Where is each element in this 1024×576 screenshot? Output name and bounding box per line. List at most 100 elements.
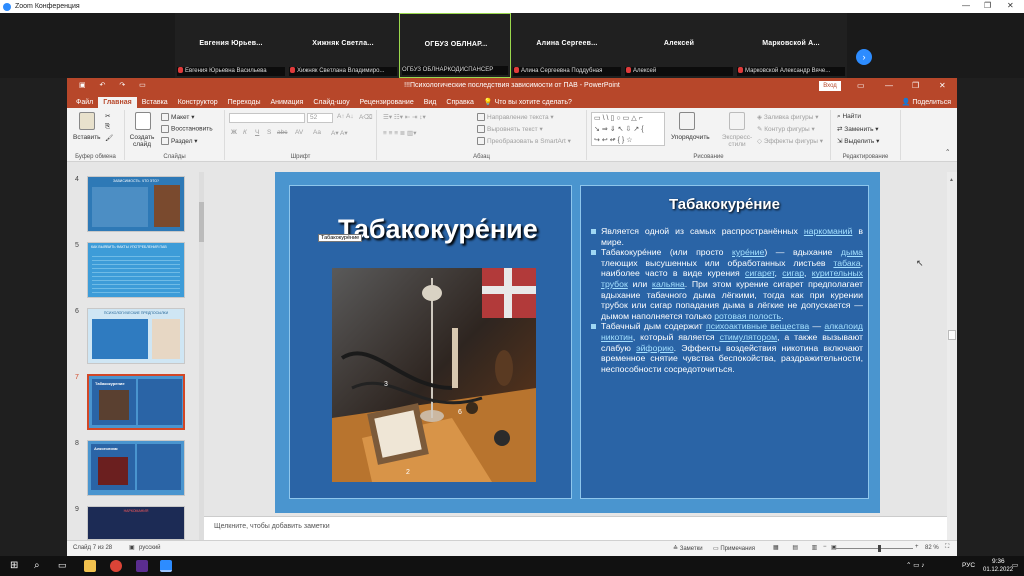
comments-toggle-button[interactable]: ▭ Примечания [713, 545, 755, 552]
tab-file[interactable]: Файл [71, 97, 98, 108]
tobacco-pipes-photo[interactable]: 3 6 2 [332, 268, 536, 482]
hyperlink[interactable]: дыма [841, 247, 863, 257]
hyperlink[interactable]: алкалоид [824, 321, 863, 331]
task-view-icon[interactable]: ▭ [58, 560, 67, 571]
quick-styles-button[interactable]: Экспресс-стили [719, 134, 755, 148]
font-color-icon[interactable]: A▾ A▾ [331, 129, 348, 137]
tab-transitions[interactable]: Переходы [223, 97, 266, 108]
notes-toggle-button[interactable]: ≙ Заметки [673, 545, 703, 552]
participant-tile[interactable]: Марковской А... Марковской Александр Вяч… [735, 13, 847, 78]
fit-slide-icon[interactable]: ⛶ [945, 544, 949, 551]
hyperlink[interactable]: эйфорию [636, 343, 673, 353]
cut-icon[interactable]: ✂ [105, 112, 110, 120]
zoom-slider[interactable] [833, 548, 913, 549]
shape-outline-button[interactable]: ✎ Контур фигуры ▾ [757, 125, 815, 133]
tab-view[interactable]: Вид [419, 97, 442, 108]
hyperlink[interactable]: психоактивные вещества [706, 321, 809, 331]
slide-thumbnail[interactable]: Алкоголизм [87, 440, 185, 496]
shadow-button[interactable]: S [267, 129, 271, 136]
hyperlink[interactable]: сигарет [745, 268, 774, 278]
restore-icon[interactable]: ❐ [912, 81, 919, 90]
font-size-field[interactable]: 52 [307, 113, 333, 123]
new-slide-button[interactable]: Создать слайд [129, 134, 155, 148]
slide-thumbnail[interactable]: НАРКОМАНИЯ [87, 506, 185, 540]
collapse-ribbon-icon[interactable]: ⌃ [945, 148, 950, 156]
language-indicator[interactable]: РУС [962, 562, 975, 569]
layout-button[interactable]: Макет ▾ [161, 113, 194, 122]
arrange-button[interactable]: Упорядочить [671, 134, 710, 141]
tray-icons[interactable]: ⌃ ▭ ♪ [906, 561, 924, 569]
paste-icon[interactable] [79, 112, 95, 130]
hyperlink[interactable]: ротовая полость [714, 311, 781, 321]
tab-home[interactable]: Главная [98, 97, 137, 108]
search-icon[interactable]: ⌕ [34, 560, 40, 571]
arrange-icon[interactable] [679, 112, 695, 130]
zoom-in-icon[interactable]: + [915, 544, 919, 550]
italic-button[interactable]: К [243, 129, 247, 136]
minimize-icon[interactable]: — [885, 81, 893, 90]
shapes-gallery[interactable]: ▭\\▯○▭△⌐ ↘⇒⇓↖⇩↗{↪↩↫{}☆ [591, 112, 665, 146]
text-direction-button[interactable]: Направление текста ▾ [477, 113, 554, 122]
select-button[interactable]: ⇲ Выделить ▾ [837, 137, 879, 145]
canvas-scrollbar[interactable]: ▲ [947, 172, 957, 540]
tab-design[interactable]: Конструктор [173, 97, 223, 108]
hyperlink[interactable]: кальяна [652, 279, 685, 289]
tab-slideshow[interactable]: Слайд-шоу [308, 97, 354, 108]
slide-text-body[interactable]: Является одной из самых распространённых… [591, 226, 863, 374]
hyperlink[interactable]: сигар [782, 268, 804, 278]
font-name-field[interactable] [229, 113, 305, 123]
tab-animation[interactable]: Анимация [265, 97, 308, 108]
bold-button[interactable]: Ж [231, 129, 237, 136]
hyperlink[interactable]: никотин [601, 332, 633, 342]
spellcheck-icon[interactable]: ▣ [129, 544, 135, 551]
slide[interactable]: Табакокуре́ние Табакокуре́ние 3 6 2 Таба… [275, 172, 880, 513]
hyperlink[interactable]: стимулятором [720, 332, 778, 342]
close-icon[interactable]: ✕ [1007, 1, 1014, 10]
quick-styles-icon[interactable] [729, 112, 745, 130]
tab-help[interactable]: Справка [441, 97, 478, 108]
spacing-button[interactable]: AV [295, 129, 303, 136]
slide-title[interactable]: Табакокуре́ние [338, 214, 538, 245]
notifications-icon[interactable]: ▭ [1012, 561, 1018, 569]
zoom-taskbar-icon[interactable] [160, 560, 172, 572]
notes-field[interactable]: Щелкните, чтобы добавить заметки [204, 516, 947, 540]
list-icons[interactable]: ☰▾ ☷▾ ⇤ ⇥ ↕▾ [383, 113, 426, 121]
slide-thumbnail[interactable]: ЗАВИСИМОСТЬ. ЧТО ЭТО? [87, 176, 185, 232]
maximize-icon[interactable]: ❐ [984, 1, 991, 10]
smartart-button[interactable]: Преобразовать в SmartArt ▾ [477, 137, 571, 146]
hyperlink[interactable]: наркоманий [804, 226, 853, 236]
participant-tile[interactable]: Евгения Юрьев... Евгения Юрьевна Василье… [175, 13, 287, 78]
zoom-slider-thumb[interactable] [878, 545, 881, 552]
copy-icon[interactable]: ⎘ [105, 123, 110, 131]
tab-insert[interactable]: Вставка [137, 97, 173, 108]
zoom-out-icon[interactable]: − [823, 544, 827, 550]
participant-tile[interactable]: Алексей Алексей [623, 13, 735, 78]
align-icons[interactable]: ≡ ≡ ≡ ≣ ▥▾ [383, 129, 416, 137]
windows-start-icon[interactable]: ⊞ [10, 560, 18, 571]
chrome-icon[interactable] [110, 560, 122, 572]
ribbon-display-icon[interactable]: ▭ [857, 81, 865, 90]
new-slide-icon[interactable] [135, 112, 151, 130]
share-button[interactable]: 👤 Поделиться [897, 96, 957, 108]
participant-tile[interactable]: Хижняк Светла... Хижняк Светлана Владими… [287, 13, 399, 78]
app-icon[interactable] [136, 560, 148, 572]
language-status[interactable]: русский [139, 545, 161, 551]
zoom-level[interactable]: 82 % [925, 545, 939, 551]
strikethrough-button[interactable]: abc [277, 129, 287, 136]
minimize-icon[interactable]: — [962, 1, 970, 10]
hyperlink[interactable]: куре́ние [732, 247, 764, 257]
participant-tile[interactable]: Алина Сергеев... Алина Сергеевна Поддубн… [511, 13, 623, 78]
tab-review[interactable]: Рецензирование [355, 97, 419, 108]
file-explorer-icon[interactable] [84, 560, 96, 572]
next-participants-button[interactable]: › [856, 49, 872, 65]
reset-button[interactable]: Восстановить [161, 125, 213, 133]
format-painter-icon[interactable]: 🖌 [105, 134, 113, 142]
hyperlink[interactable]: табака [833, 258, 860, 268]
slide-thumbnail-selected[interactable]: Табакокурение [87, 374, 185, 430]
clock-date[interactable]: 01.12.2022 [983, 567, 1013, 573]
paste-button[interactable]: Вставить [73, 134, 101, 141]
clear-format-icon[interactable]: A⌫ [359, 113, 373, 121]
slide-thumbnail[interactable]: КАК ВЫЯВИТЬ ФАКТЫ УПОТРЕБЛЕНИЯ ПАВ [87, 242, 185, 298]
clock-time[interactable]: 9:36 [992, 558, 1005, 565]
close-icon[interactable]: ✕ [939, 81, 946, 90]
